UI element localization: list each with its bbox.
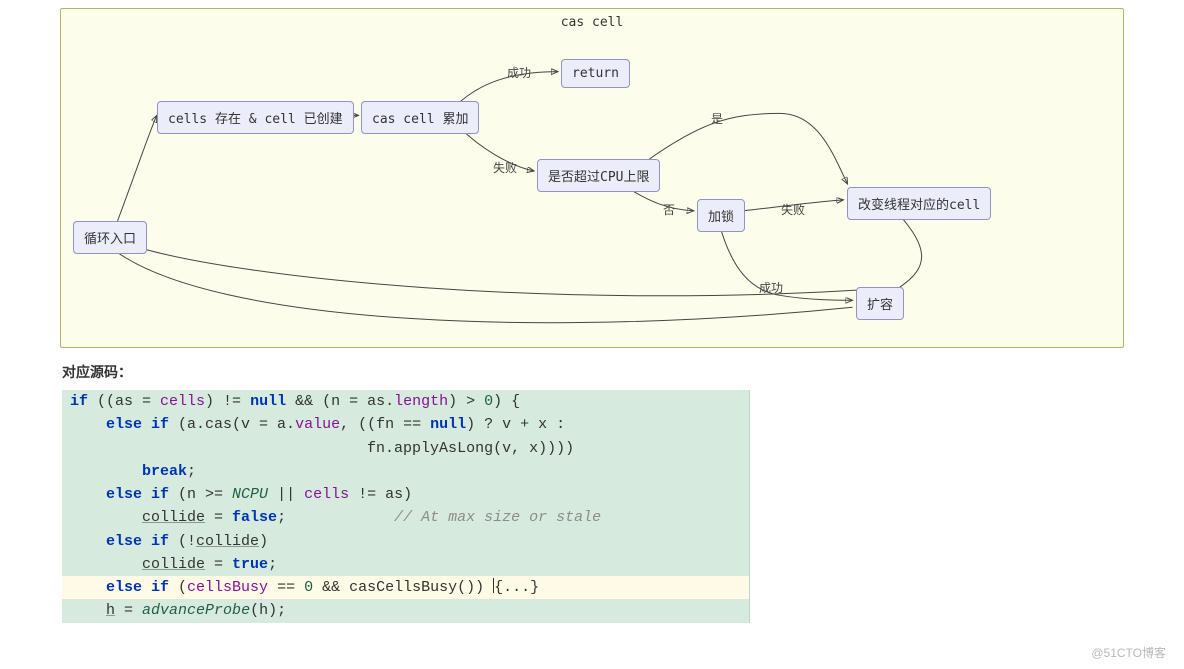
code-line-10: h = advanceProbe(h); (62, 599, 749, 622)
diagram-cas-cell: cas cell 循环入口 cells 存在 & cell 已创建 cas ce… (60, 8, 1124, 348)
code-line-7: else if (!collide) (62, 530, 749, 553)
label-success-1: 成功 (507, 64, 531, 81)
node-return: return (561, 59, 630, 88)
node-cpu-limit: 是否超过CPU上限 (537, 159, 660, 192)
code-line-1: if ((as = cells) != null && (n = as.leng… (62, 390, 749, 413)
node-loop-entry: 循环入口 (73, 221, 147, 254)
section-header: 对应源码： (62, 362, 1184, 382)
watermark: @51CTO博客 (1091, 644, 1166, 661)
node-cas-cell: cas cell 累加 (361, 101, 479, 134)
label-success-2: 成功 (759, 279, 783, 296)
diagram-title: cas cell (561, 15, 624, 30)
code-line-5: else if (n >= NCPU || cells != as) (62, 483, 749, 506)
code-line-4: break; (62, 460, 749, 483)
label-fail-1: 失败 (493, 159, 517, 176)
text-cursor (493, 578, 494, 593)
node-lock: 加锁 (697, 199, 745, 232)
node-expand: 扩容 (856, 287, 904, 320)
code-line-9: else if (cellsBusy == 0 && casCellsBusy(… (62, 576, 749, 599)
label-no: 否 (663, 201, 675, 218)
node-change-cell: 改变线程对应的cell (847, 187, 991, 220)
code-line-6: collide = false; // At max size or stale (62, 506, 749, 529)
node-cells-exist: cells 存在 & cell 已创建 (157, 101, 354, 134)
code-block: if ((as = cells) != null && (n = as.leng… (62, 390, 750, 623)
label-yes: 是 (711, 110, 723, 127)
code-line-2: else if (a.cas(v = a.value, ((fn == null… (62, 413, 749, 436)
code-line-8: collide = true; (62, 553, 749, 576)
code-line-3: fn.applyAsLong(v, x)))) (62, 437, 749, 460)
label-fail-2: 失败 (781, 201, 805, 218)
